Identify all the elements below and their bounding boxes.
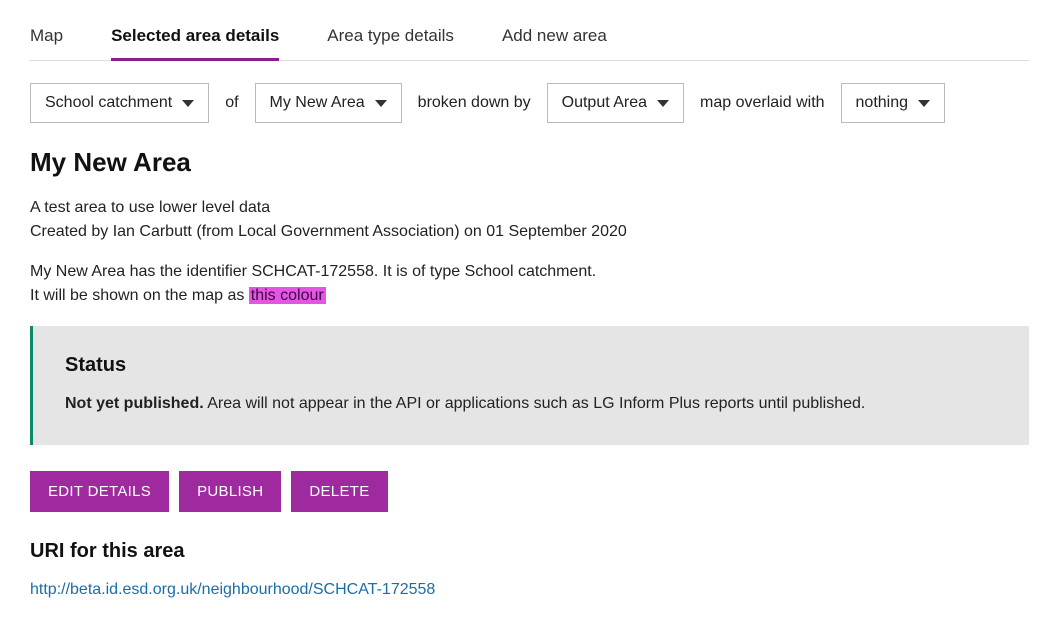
tab-add-new-area[interactable]: Add new area <box>502 20 607 60</box>
tab-map[interactable]: Map <box>30 20 63 60</box>
overlay-dropdown-label: nothing <box>856 94 909 112</box>
catchment-dropdown-label: School catchment <box>45 94 172 112</box>
status-box: Status Not yet published. Area will not … <box>30 326 1029 445</box>
of-label: of <box>225 94 238 112</box>
overlaid-label: map overlaid with <box>700 94 825 112</box>
uri-heading: URI for this area <box>30 540 1029 563</box>
chevron-down-icon <box>375 100 387 107</box>
area-description: A test area to use lower level data <box>30 196 1029 220</box>
status-bold: Not yet published. <box>65 395 204 412</box>
status-rest: Area will not appear in the API or appli… <box>204 395 866 412</box>
tab-selected-area-details[interactable]: Selected area details <box>111 20 279 60</box>
broken-down-label: broken down by <box>418 94 531 112</box>
colour-prefix: It will be shown on the map as <box>30 287 249 304</box>
chevron-down-icon <box>918 100 930 107</box>
area-created-by: Created by Ian Carbutt (from Local Gover… <box>30 220 1029 244</box>
publish-button[interactable]: PUBLISH <box>179 471 281 512</box>
area-description-block: A test area to use lower level data Crea… <box>30 196 1029 244</box>
breakdown-dropdown[interactable]: Output Area <box>547 83 684 123</box>
uri-link[interactable]: http://beta.id.esd.org.uk/neighbourhood/… <box>30 581 435 598</box>
area-dropdown[interactable]: My New Area <box>255 83 402 123</box>
area-dropdown-label: My New Area <box>270 94 365 112</box>
breakdown-dropdown-label: Output Area <box>562 94 647 112</box>
overlay-dropdown[interactable]: nothing <box>841 83 946 123</box>
chevron-down-icon <box>182 100 194 107</box>
filter-row: School catchment of My New Area broken d… <box>30 83 1029 123</box>
area-identifier-block: My New Area has the identifier SCHCAT-17… <box>30 260 1029 308</box>
delete-button[interactable]: DELETE <box>291 471 387 512</box>
colour-swatch: this colour <box>249 287 326 304</box>
chevron-down-icon <box>657 100 669 107</box>
action-row: EDIT DETAILS PUBLISH DELETE <box>30 471 1029 512</box>
area-identifier-line: My New Area has the identifier SCHCAT-17… <box>30 260 1029 284</box>
catchment-dropdown[interactable]: School catchment <box>30 83 209 123</box>
tab-bar: Map Selected area details Area type deta… <box>30 20 1029 61</box>
tab-area-type-details[interactable]: Area type details <box>327 20 454 60</box>
edit-details-button[interactable]: EDIT DETAILS <box>30 471 169 512</box>
status-heading: Status <box>65 354 997 377</box>
area-colour-line: It will be shown on the map as this colo… <box>30 284 1029 308</box>
page-title: My New Area <box>30 147 1029 178</box>
status-text: Not yet published. Area will not appear … <box>65 395 997 413</box>
